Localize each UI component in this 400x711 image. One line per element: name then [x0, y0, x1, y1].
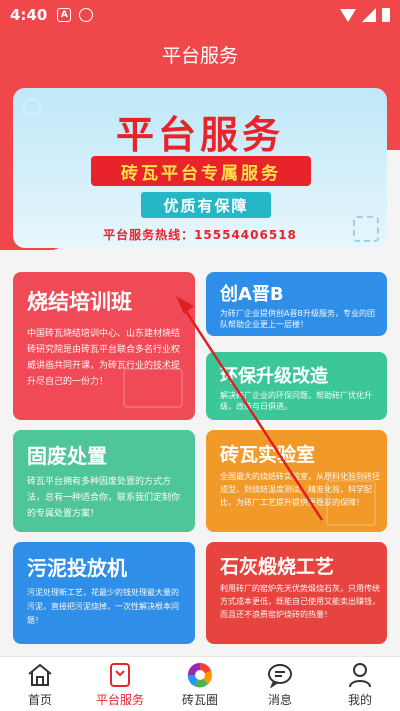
tab-profile[interactable]: 我的	[320, 657, 400, 711]
card-solid-waste-disposal[interactable]: 固废处置 砖瓦平台拥有多种固废处置的方式方法，总有一种适合你，联系我们定制你的专…	[13, 430, 195, 532]
status-time: 4:40	[10, 6, 48, 24]
card-title: 污泥投放机	[27, 556, 127, 580]
service-banner[interactable]: 平台服务 砖瓦平台专属服务 优质有保障 平台服务热线：15554406518	[13, 88, 387, 248]
banner-hotline: 平台服务热线：15554406518	[103, 228, 297, 242]
card-create-a-promote-b[interactable]: 创A晋B 为砖厂企业提供创A晋B升级服务，专业的团队帮助企业更上一层楼！	[206, 272, 387, 336]
tab-label: 首页	[27, 692, 52, 707]
home-icon	[26, 661, 54, 689]
message-icon	[266, 661, 294, 689]
tab-home[interactable]: 首页	[0, 657, 80, 711]
card-title: 砖瓦实验室	[220, 444, 316, 466]
card-brick-laboratory[interactable]: 砖瓦实验室 全国最大的烧结砖实验室，从原料化验到砖坯成型，到烧结温度测试，精准化…	[206, 430, 387, 532]
shield-icon	[79, 8, 94, 22]
card-title: 固废处置	[27, 444, 107, 468]
card-description: 利用砖厂的窑炉先天优势煅烧石灰，只用传统方式成本更低，既能自己使用又能卖出赚钱，…	[220, 584, 380, 619]
banner-decoration-box	[353, 216, 379, 242]
tab-platform-service[interactable]: 平台服务	[80, 657, 160, 711]
circle-icon	[186, 661, 214, 689]
tab-label: 砖瓦圈	[181, 692, 218, 707]
tab-label: 我的	[347, 692, 372, 707]
notification-a-icon: A	[57, 8, 72, 22]
card-sintering-training[interactable]: 烧结培训班 中国砖瓦烧结培训中心、山东建材烧结砖研究院是由砖瓦平台联合多名行业权…	[13, 272, 195, 420]
card-description: 污泥处理新工艺，花最少的钱处理最大量的污泥，直接把污泥烧掉，一次性解决根本问题！	[27, 588, 179, 625]
card-description: 砖瓦平台拥有多种固废处置的方式方法，总有一种适合你，联系我们定制你的专属处置方案…	[27, 477, 181, 519]
card-decoration	[326, 480, 376, 526]
card-title: 环保升级改造	[220, 366, 328, 387]
banner-title: 平台服务	[115, 113, 284, 157]
card-decoration	[123, 368, 183, 408]
profile-icon	[346, 661, 374, 689]
card-description: 解决砖厂企业的环保问题，帮助砖厂优化升级，改造与日俱进。	[220, 391, 372, 411]
status-bar: 4:40 A	[0, 0, 400, 30]
signal-icon	[362, 8, 376, 22]
card-description: 为砖厂企业提供创A晋B升级服务，专业的团队帮助企业更上一层楼！	[220, 309, 375, 329]
banner-subtitle-ribbon: 砖瓦平台专属服务	[91, 156, 311, 186]
banner-tag: 优质有保障	[141, 192, 271, 218]
bottom-tab-bar: 首页 平台服务 砖瓦圈 消息 我的	[0, 656, 400, 711]
card-title: 创A晋B	[220, 284, 284, 305]
card-title: 烧结培训班	[27, 290, 132, 314]
tab-label: 平台服务	[95, 692, 144, 707]
wifi-icon	[340, 8, 356, 22]
banner-subtitle: 砖瓦平台专属服务	[121, 163, 281, 184]
card-title: 石灰煅烧工艺	[220, 556, 335, 578]
tab-messages[interactable]: 消息	[240, 657, 320, 711]
card-lime-calcination[interactable]: 石灰煅烧工艺 利用砖厂的窑炉先天优势煅烧石灰，只用传统方式成本更低，既能自己使用…	[206, 542, 387, 644]
tab-label: 消息	[267, 692, 292, 707]
service-icon	[106, 661, 134, 689]
card-sludge-feeder[interactable]: 污泥投放机 污泥处理新工艺，花最少的钱处理最大量的污泥，直接把污泥烧掉，一次性解…	[13, 542, 195, 644]
battery-icon	[382, 8, 390, 22]
page-title: 平台服务	[161, 44, 238, 67]
card-environmental-upgrade[interactable]: 环保升级改造 解决砖厂企业的环保问题，帮助砖厂优化升级，改造与日俱进。	[206, 352, 387, 420]
tab-brick-circle[interactable]: 砖瓦圈	[160, 657, 240, 711]
